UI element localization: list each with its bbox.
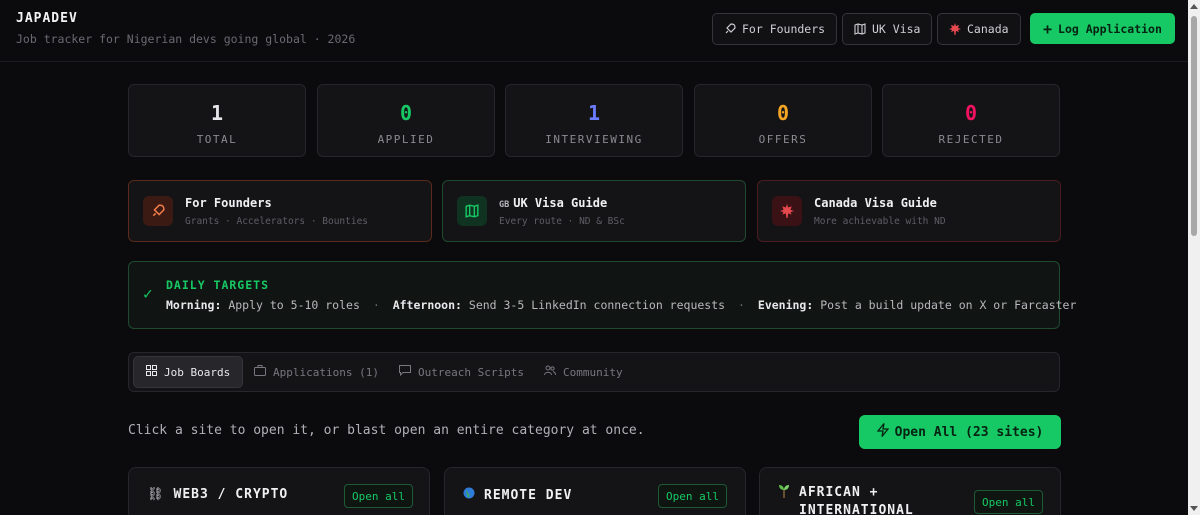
stat-label: TOTAL [196, 133, 238, 146]
guide-title: UK Visa Guide [513, 195, 608, 210]
stat-value: 1 [210, 101, 224, 125]
message-icon [399, 365, 411, 379]
stat-value: 1 [587, 101, 601, 125]
lightning-icon [876, 423, 889, 441]
tab-label: Outreach Scripts [418, 365, 524, 379]
scroll-down-arrow-icon[interactable] [1190, 506, 1198, 511]
category-title-line1: AFRICAN + [799, 485, 879, 500]
category-card-web3: ⛓ WEB3 / CRYPTO Open all [128, 467, 430, 515]
app-header: JAPADEV Job tracker for Nigerian devs go… [0, 0, 1188, 62]
maple-leaf-icon [949, 23, 961, 35]
for-founders-button[interactable]: For Founders [712, 13, 838, 45]
rocket-icon [143, 196, 173, 226]
uk-visa-label: UK Visa [872, 22, 921, 36]
stat-label: REJECTED [938, 133, 1004, 146]
map-icon [457, 196, 487, 226]
category-title: REMOTE DEV [484, 487, 573, 503]
open-all-category-button[interactable]: Open all [974, 490, 1043, 514]
category-card-african-international: AFRICAN + INTERNATIONAL Open all [759, 467, 1061, 515]
map-icon [854, 23, 866, 35]
founders-guide-card[interactable]: For Founders Grants · Accelerators · Bou… [128, 180, 432, 242]
tagline: Job tracker for Nigerian devs going glob… [16, 32, 356, 46]
daily-targets-panel: ✓ DAILY TARGETS Morning: Apply to 5-10 r… [128, 261, 1076, 329]
guide-title: Canada Visa Guide [814, 195, 937, 210]
link-icon: ⛓ [147, 487, 165, 502]
tab-community[interactable]: Community [532, 356, 635, 388]
canada-visa-guide-card[interactable]: Canada Visa Guide More achievable with N… [757, 180, 1061, 242]
users-icon [544, 365, 556, 379]
stat-label: OFFERS [758, 133, 808, 146]
evening-label: Evening: [757, 298, 814, 312]
tab-outreach-scripts[interactable]: Outreach Scripts [387, 356, 536, 388]
sprout-icon [778, 484, 790, 502]
scrollbar-thumb[interactable] [1191, 16, 1197, 236]
stat-value: 0 [776, 101, 790, 125]
canada-label: Canada [967, 22, 1009, 36]
guide-title: For Founders [185, 195, 272, 210]
open-all-button[interactable]: Open All (23 sites) [859, 415, 1061, 449]
guide-subtitle: Every route · ND & BSc [499, 215, 625, 227]
category-title: WEB3 / CRYPTO [173, 487, 289, 502]
for-founders-label: For Founders [742, 22, 826, 36]
daily-targets-title: DAILY TARGETS [166, 278, 270, 292]
open-all-category-button[interactable]: Open all [658, 484, 727, 508]
gb-flag-label: GB [499, 199, 510, 210]
afternoon-text: Send 3-5 LinkedIn connection requests [468, 298, 726, 312]
afternoon-label: Afternoon: [392, 298, 462, 312]
uk-visa-guide-card[interactable]: GB UK Visa Guide Every route · ND & BSc [442, 180, 746, 242]
scrollbar[interactable] [1188, 0, 1200, 515]
briefcase-icon [254, 365, 266, 379]
globe-icon [463, 487, 475, 503]
daily-targets-line: Morning: Apply to 5-10 roles · Afternoon… [166, 298, 1077, 312]
morning-label: Morning: [166, 298, 222, 312]
stat-value: 0 [399, 101, 413, 125]
guide-subtitle: More achievable with ND [814, 215, 946, 227]
guide-subtitle: Grants · Accelerators · Bounties [185, 215, 369, 227]
log-application-button[interactable]: + Log Application [1030, 13, 1175, 44]
maple-leaf-icon [772, 196, 802, 226]
scroll-up-arrow-icon[interactable] [1190, 4, 1198, 9]
evening-text: Post a build update on X or Farcaster [820, 298, 1077, 312]
open-all-label: Open All (23 sites) [894, 424, 1044, 440]
stat-label: INTERVIEWING [545, 133, 643, 146]
brand-logo[interactable]: JAPADEV [16, 11, 78, 26]
instructions-text: Click a site to open it, or blast open a… [128, 423, 645, 438]
tab-applications[interactable]: Applications (1) [242, 356, 391, 388]
tab-bar: Job Boards Applications (1) Outreach Scr… [128, 352, 1060, 392]
stat-label: APPLIED [377, 133, 435, 146]
open-all-category-button[interactable]: Open all [344, 484, 413, 508]
stat-card-offers: 0 OFFERS [694, 84, 872, 157]
category-title-line2: INTERNATIONAL [799, 503, 914, 515]
rocket-icon [724, 23, 736, 35]
morning-text: Apply to 5-10 roles [228, 298, 360, 312]
tab-label: Job Boards [164, 365, 231, 379]
tab-job-boards[interactable]: Job Boards [133, 356, 244, 388]
tab-label: Applications (1) [273, 365, 379, 379]
stat-card-applied: 0 APPLIED [317, 84, 495, 157]
stat-card-interviewing: 1 INTERVIEWING [505, 84, 683, 157]
log-application-label: Log Application [1058, 21, 1162, 36]
plus-icon: + [1043, 19, 1053, 38]
stat-card-rejected: 0 REJECTED [882, 84, 1060, 157]
uk-visa-button[interactable]: UK Visa [842, 13, 933, 45]
category-card-remote-dev: REMOTE DEV Open all [444, 467, 746, 515]
stat-card-total: 1 TOTAL [128, 84, 306, 157]
canada-button[interactable]: Canada [937, 13, 1021, 45]
grid-icon [146, 365, 157, 379]
tab-label: Community [563, 365, 623, 379]
stat-value: 0 [964, 101, 978, 125]
checkmark-icon: ✓ [143, 284, 153, 303]
